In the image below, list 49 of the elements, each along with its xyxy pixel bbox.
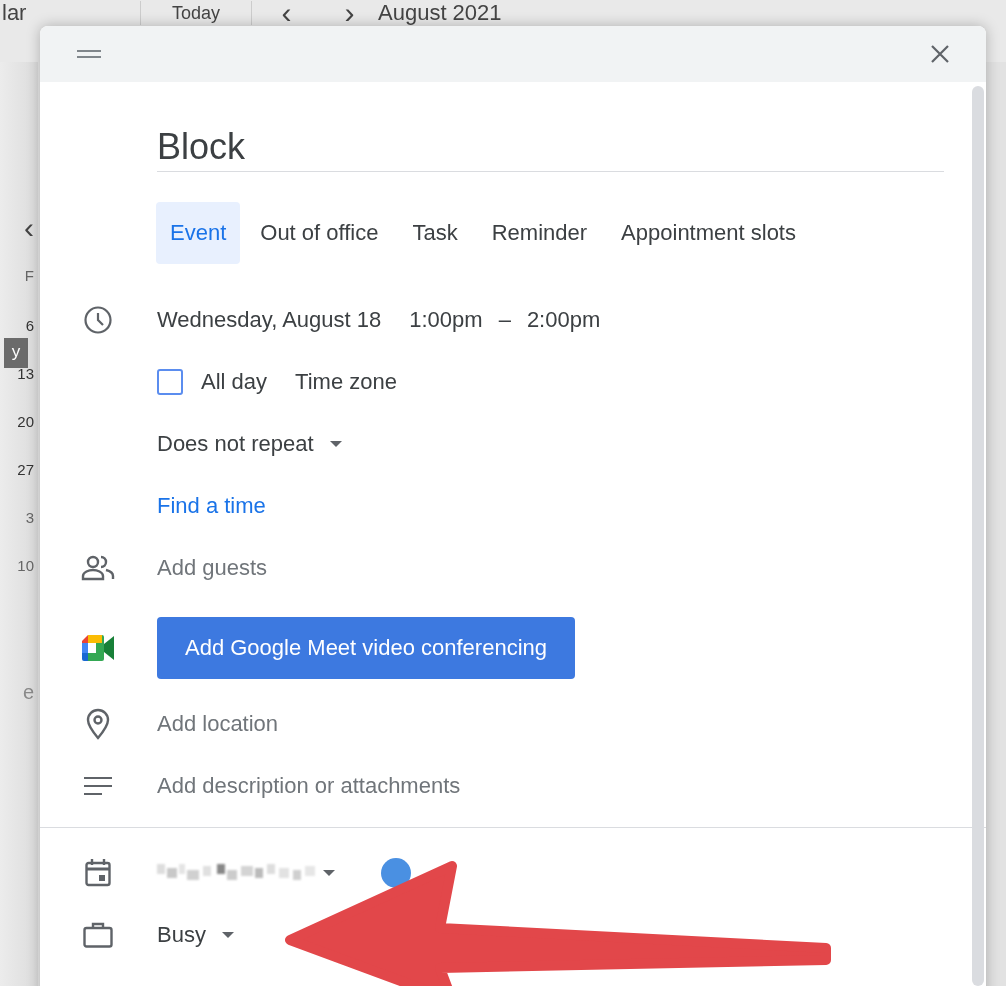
- video-camera-icon: [81, 635, 114, 661]
- event-type-tab[interactable]: Reminder: [477, 202, 602, 264]
- mini-calendar-date[interactable]: 10: [17, 542, 34, 590]
- scrollbar[interactable]: [972, 86, 984, 986]
- description-icon: [83, 777, 112, 795]
- previous-button[interactable]: ‹: [258, 1, 315, 25]
- calendar-color-dot[interactable]: [381, 858, 411, 888]
- event-type-tab[interactable]: Out of office: [246, 202, 393, 264]
- tooltip: y: [4, 338, 28, 368]
- caret-icon: [329, 441, 342, 447]
- event-type-tab[interactable]: Task: [398, 202, 472, 264]
- today-button[interactable]: Today: [140, 1, 252, 25]
- mini-calendar-date[interactable]: 3: [25, 494, 34, 542]
- event-type-tab[interactable]: Event: [156, 202, 241, 264]
- location-pin-icon: [85, 708, 110, 740]
- description-field[interactable]: Add description or attachments: [157, 773, 577, 799]
- time-zone-button[interactable]: Time zone: [295, 369, 397, 395]
- all-day-checkbox[interactable]: [157, 369, 183, 395]
- event-type-tab[interactable]: Appointment slots: [607, 202, 810, 264]
- drag-handle-icon[interactable]: [77, 50, 101, 58]
- find-time-link[interactable]: Find a time: [157, 493, 266, 519]
- mini-calendar-date[interactable]: 20: [17, 398, 34, 446]
- calendar-icon: [84, 859, 111, 887]
- app-title: lar: [2, 0, 28, 26]
- all-day-label[interactable]: All day: [201, 369, 268, 395]
- availability-dropdown[interactable]: Busy: [157, 922, 206, 948]
- start-time-button[interactable]: 1:00pm: [409, 307, 483, 333]
- people-icon: [80, 555, 115, 581]
- date-button[interactable]: Wednesday, August 18: [157, 307, 382, 333]
- blurred-calendar-name[interactable]: [157, 864, 317, 882]
- faded-text: e: [22, 680, 34, 705]
- mini-calendar-back[interactable]: ‹: [24, 204, 34, 252]
- weekday-header: F: [24, 266, 34, 286]
- next-button[interactable]: ›: [321, 1, 378, 25]
- caret-icon: [323, 870, 335, 876]
- briefcase-icon: [82, 922, 113, 948]
- month-title: August 2021: [378, 0, 502, 26]
- time-dash: –: [498, 307, 511, 333]
- caret-icon: [221, 932, 234, 938]
- location-field[interactable]: Add location: [157, 711, 457, 737]
- end-time-button[interactable]: 2:00pm: [526, 307, 601, 333]
- mini-calendar-date[interactable]: 6: [25, 302, 34, 350]
- close-icon[interactable]: [930, 44, 950, 64]
- google-meet-button[interactable]: Add Google Meet video conferencing: [157, 617, 575, 679]
- mini-calendar-date[interactable]: 27: [17, 446, 34, 494]
- repeat-dropdown[interactable]: Does not repeat: [157, 431, 314, 457]
- clock-icon: [82, 305, 113, 335]
- guests-field[interactable]: Add guests: [157, 555, 457, 581]
- title-field[interactable]: Block: [157, 122, 944, 172]
